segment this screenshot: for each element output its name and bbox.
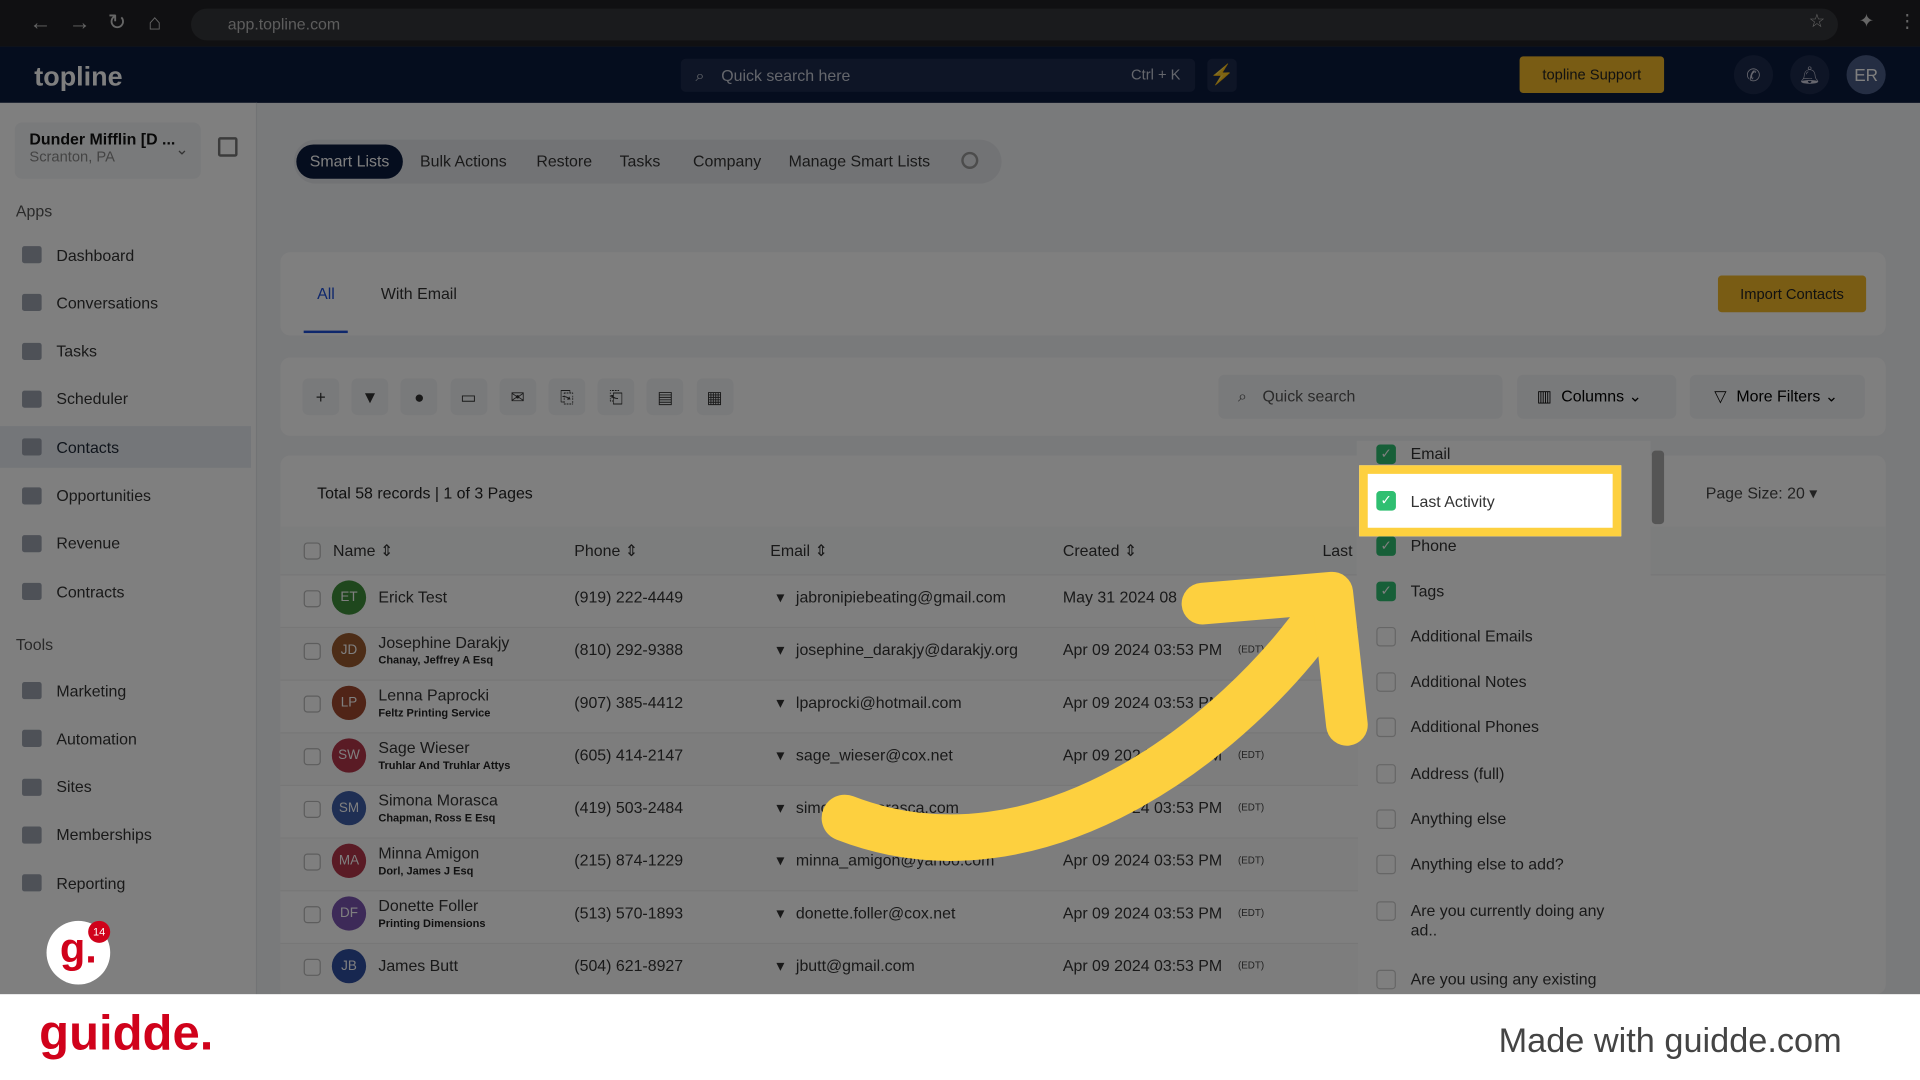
made-with-text: Made with guidde.com: [1498, 1021, 1842, 1060]
guidde-logo: guidde.: [39, 1006, 214, 1061]
arrow-shaft: [821, 588, 1346, 861]
guidde-badge-count: 14: [88, 920, 111, 943]
screen: ← → ↻ ⌂ app.topline.com ☆ ✦ ⋮ topline ⌕Q…: [0, 0, 1920, 1080]
guidde-footer: guidde. Made with guidde.com: [0, 994, 1920, 1080]
arrow-annotation: [821, 571, 1368, 861]
